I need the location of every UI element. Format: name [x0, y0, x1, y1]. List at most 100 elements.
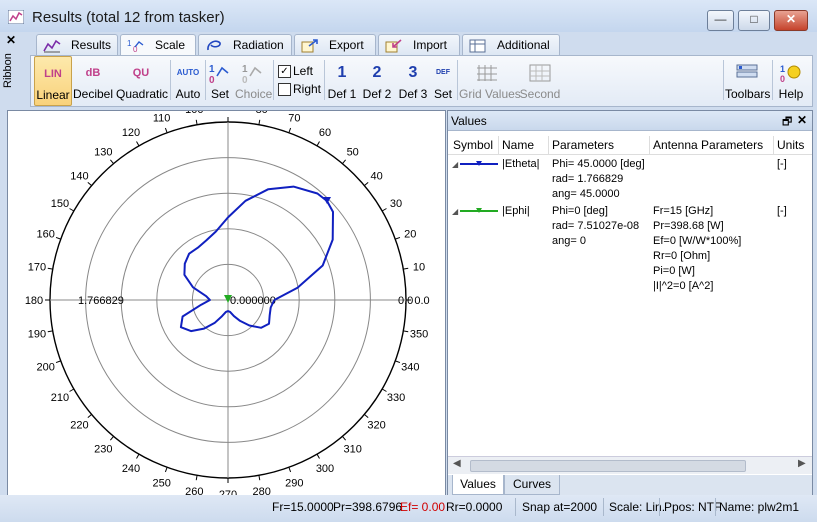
radial-max-label: 1.766829 [78, 295, 124, 307]
row-param-ang: ang= 0 [552, 235, 586, 247]
svg-text:1: 1 [242, 64, 248, 75]
left-checkbox[interactable]: ✓ [278, 65, 291, 78]
quadratic-label: Quadratic [116, 87, 169, 101]
angle-label: 260 [185, 486, 203, 495]
ribbon-separator [170, 60, 171, 100]
ribbon-close-icon[interactable]: ✕ [6, 33, 16, 47]
tab-radiation[interactable]: Radiation [198, 34, 292, 56]
def1-button[interactable]: 1 Def 1 [326, 56, 358, 104]
set-def-button[interactable]: DEF Set [431, 56, 455, 104]
scroll-right-icon[interactable]: ▶ [798, 458, 806, 469]
angle-label: 300 [316, 463, 334, 475]
def3-button[interactable]: 3 Def 3 [396, 56, 430, 104]
angle-label: 0.0 [414, 295, 429, 307]
angle-tick [381, 208, 387, 212]
angle-tick [381, 388, 387, 392]
table-row[interactable]: ◢ |Etheta| Phi= 45.0000 [deg] rad= 1.766… [448, 156, 812, 202]
angle-label: 170 [28, 261, 46, 273]
second-button[interactable]: Second [517, 56, 563, 104]
values-table-header: Symbol Name Parameters Antenna Parameter… [448, 136, 812, 155]
decibel-button[interactable]: dB Decibel [73, 56, 113, 104]
linear-button[interactable]: LIN Linear [34, 56, 72, 106]
tab-export[interactable]: Export [294, 34, 376, 56]
auto-button[interactable]: AUTO Auto [173, 56, 203, 104]
angle-tick [288, 127, 292, 133]
angle-label: 60 [319, 127, 331, 139]
angle-tick [164, 127, 168, 133]
radiation-icon [207, 40, 221, 51]
angle-tick [69, 208, 75, 212]
expand-icon[interactable]: ◢ [452, 204, 458, 219]
angle-tick [47, 330, 53, 333]
quadratic-button[interactable]: QU Quadratic [116, 56, 169, 104]
ribbon-label[interactable]: Ribbon [2, 53, 14, 88]
antenna-param-pi: Pi=0 [W] [653, 265, 695, 277]
angle-tick [258, 119, 261, 125]
status-scale: Scale: Lin. [609, 500, 666, 514]
tab-curves[interactable]: Curves [504, 475, 560, 495]
angle-label: 120 [122, 127, 140, 139]
svg-text:1: 1 [780, 64, 785, 74]
right-checkbox[interactable] [278, 83, 291, 96]
tab-scale[interactable]: 10 Scale [120, 34, 196, 57]
angle-tick [364, 181, 369, 186]
column-parameters[interactable]: Parameters [552, 138, 614, 152]
set-scale-icon: 10 [209, 64, 229, 84]
angle-tick [342, 159, 347, 164]
angle-label: 180 [25, 295, 43, 307]
angle-label: 80 [256, 111, 268, 116]
def2-button[interactable]: 2 Def 2 [360, 56, 394, 104]
tab-values[interactable]: Values [452, 475, 504, 495]
choice-icon: 10 [242, 64, 262, 84]
choice-button[interactable]: 10 Choice [235, 56, 272, 104]
radial-center-label: 0.000000 [230, 295, 276, 307]
ribbon-separator [205, 60, 206, 100]
angle-label: 280 [253, 486, 271, 495]
antenna-param-rr: Rr=0 [Ohm] [653, 250, 711, 262]
angle-label: 140 [70, 170, 88, 182]
def3-icon: 3 [408, 64, 418, 81]
table-row[interactable]: ◢ |Ephi| Phi=0 [deg] rad= 7.51027e-08 an… [448, 203, 812, 293]
etheta-curve[interactable] [179, 185, 334, 333]
status-power-radiated: Pr=398.6796 [333, 500, 403, 514]
svg-text:0: 0 [780, 74, 785, 84]
column-name[interactable]: Name [502, 138, 534, 152]
maximize-button[interactable]: □ [738, 10, 770, 31]
angle-label: 30 [390, 198, 402, 210]
angle-label: 220 [70, 420, 88, 432]
status-name: Name: plw2m1 [719, 500, 800, 514]
close-button[interactable]: ✕ [774, 10, 808, 31]
tab-additional[interactable]: Additional [462, 34, 560, 56]
polar-chart[interactable]: 90 80 70 60 50 40 30 20 10 0.0 350 340 330 320 310 300 2… [8, 101, 445, 501]
column-symbol[interactable]: Symbol [453, 138, 493, 152]
row-name: |Ephi| [502, 205, 530, 217]
horizontal-scrollbar[interactable]: ◀ ▶ [448, 456, 812, 474]
row-param-phi: Phi= 45.0000 [deg] [552, 158, 645, 170]
angle-tick [55, 236, 61, 240]
scroll-left-icon[interactable]: ◀ [453, 458, 461, 469]
window-title: Results (total 12 from tasker) [32, 9, 225, 26]
panel-close-icon[interactable]: ✕ [797, 113, 807, 127]
toolbars-button[interactable]: Toolbars [725, 56, 770, 104]
set-button[interactable]: 10 Set [207, 56, 233, 104]
angle-tick [109, 159, 114, 164]
tab-import[interactable]: Import [378, 34, 460, 56]
row-units: [-] [777, 158, 787, 170]
angle-tick [164, 467, 168, 473]
help-button[interactable]: 10 Help [775, 56, 807, 104]
expand-icon[interactable]: ◢ [452, 157, 458, 172]
polar-plot-area[interactable]: 90 80 70 60 50 40 30 20 10 0.0 350 340 330 320 310 300 2… [7, 101, 446, 501]
tab-results[interactable]: Results [36, 34, 118, 56]
column-antenna-parameters[interactable]: Antenna Parameters [653, 138, 763, 152]
linear-scale-icon: LIN [44, 68, 62, 80]
grid-values-button[interactable]: Grid Values [459, 56, 521, 104]
angle-label: 130 [94, 146, 112, 158]
scroll-thumb[interactable] [470, 460, 746, 472]
pin-icon[interactable]: 🗗 [782, 113, 792, 132]
column-units[interactable]: Units [777, 138, 804, 152]
def1-label: Def 1 [327, 87, 357, 101]
grid-values-label: Grid Values [459, 87, 521, 101]
minimize-button[interactable]: — [707, 10, 734, 31]
angle-tick [258, 475, 261, 481]
auto-icon: AUTO [176, 68, 200, 77]
